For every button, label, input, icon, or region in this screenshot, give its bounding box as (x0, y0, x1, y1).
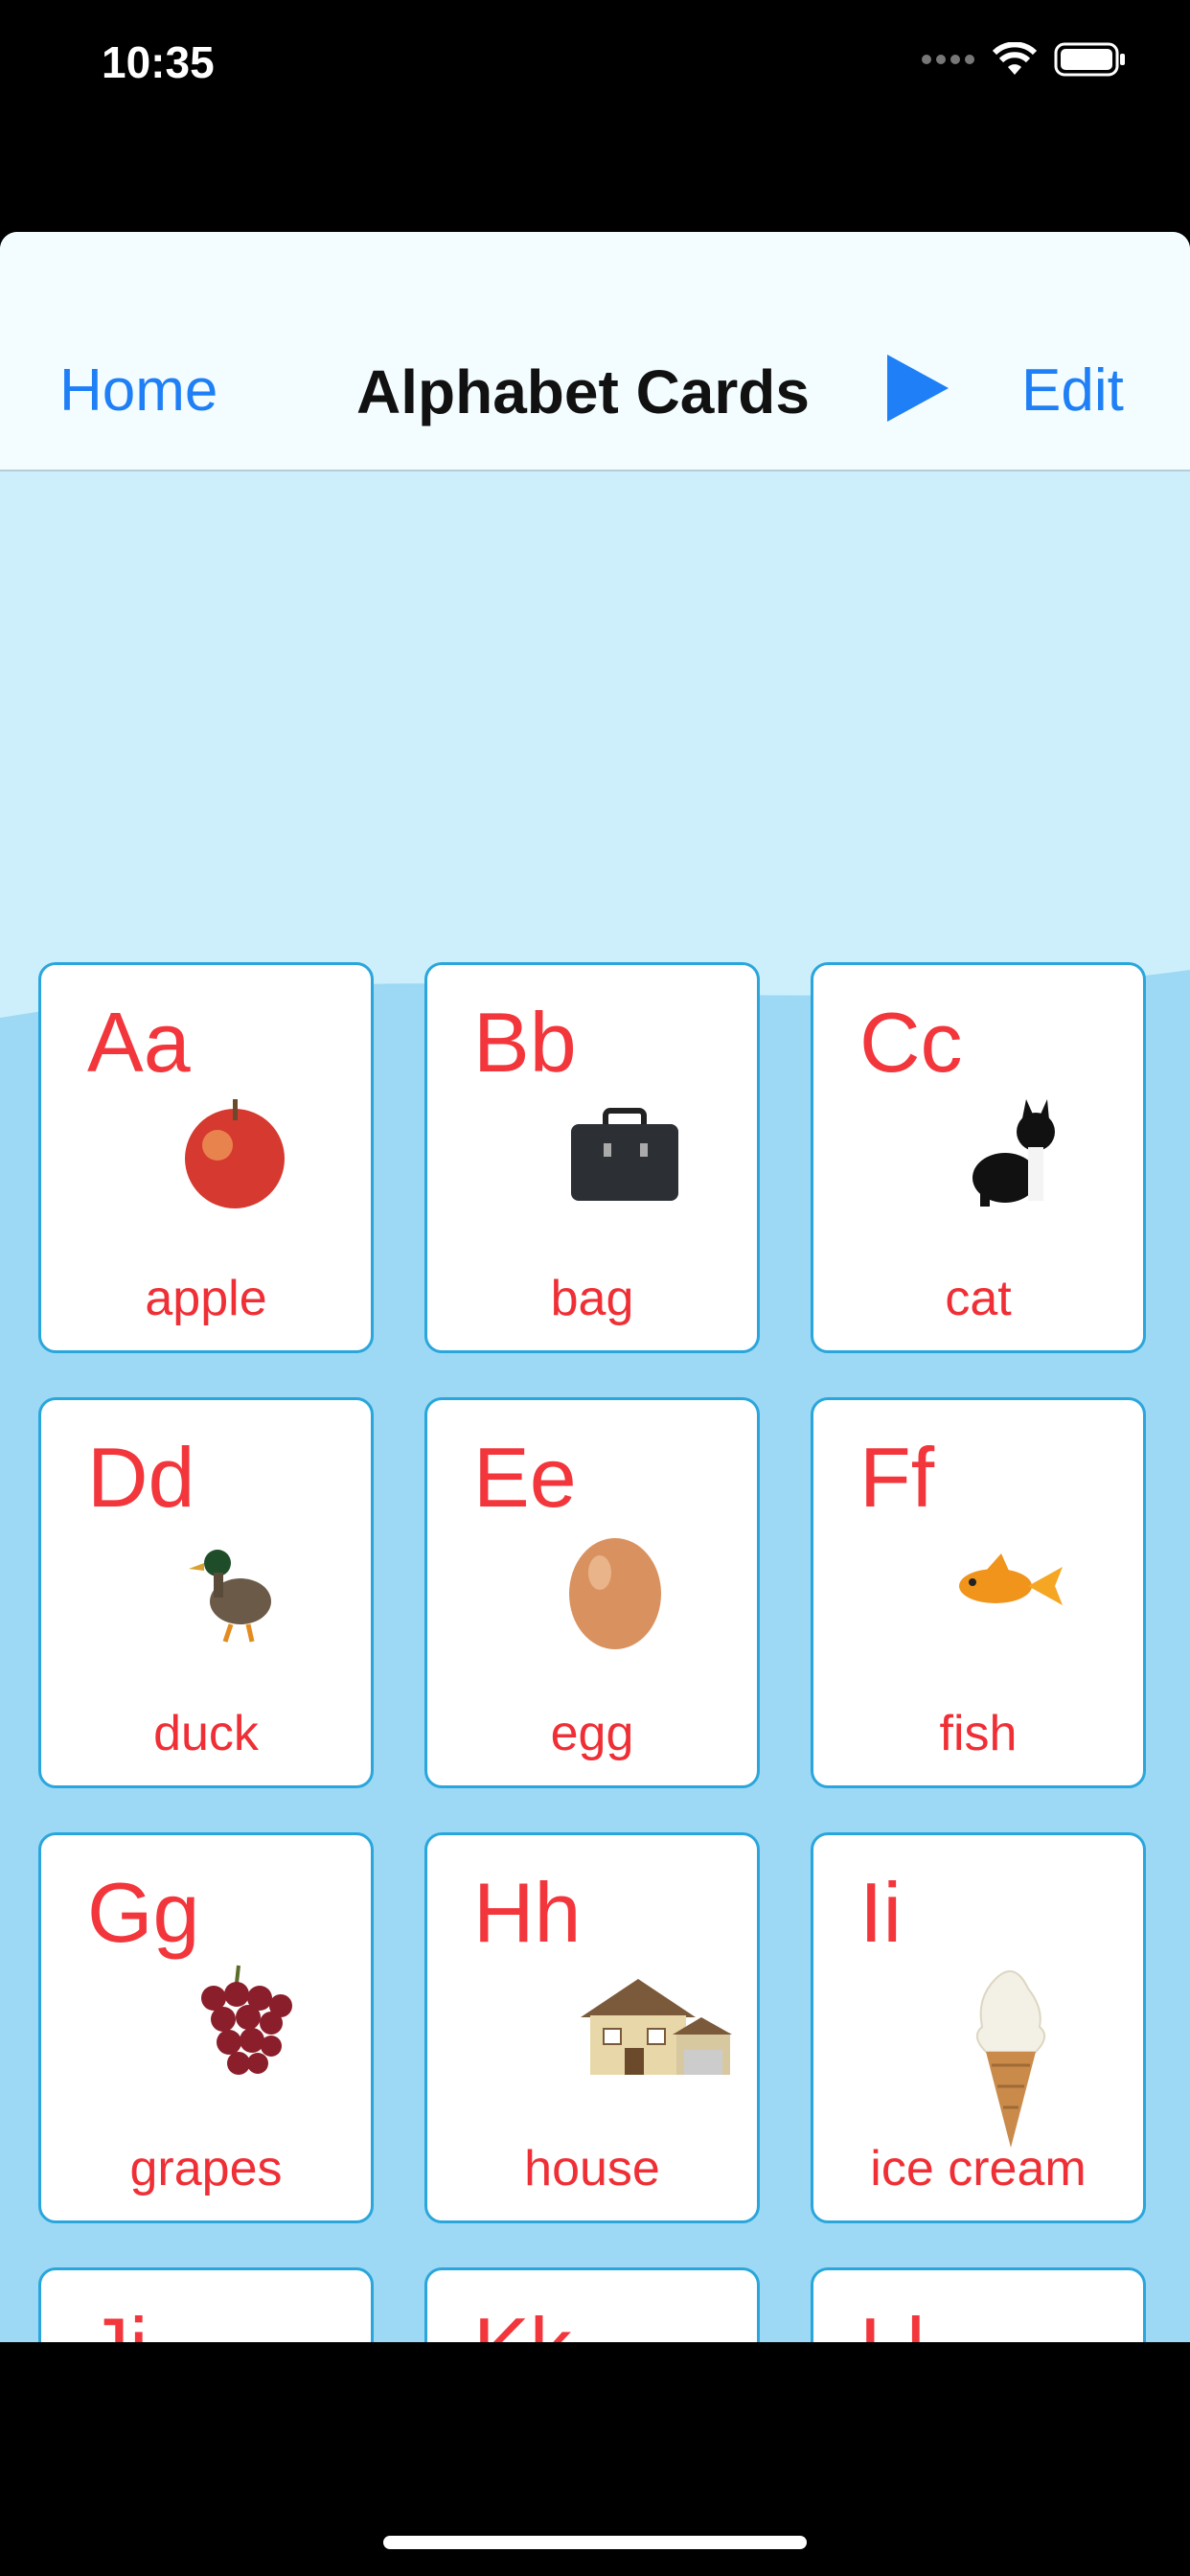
ice-cream-icon (975, 1970, 1046, 2148)
egg-icon (569, 1538, 661, 1649)
card-k[interactable]: Kk (424, 2267, 760, 2342)
navigation-bar: Home Alphabet Cards Edit (0, 232, 1190, 472)
status-time: 10:35 (102, 37, 215, 87)
card-word: duck (153, 1706, 259, 1761)
card-letters: Dd (87, 1430, 195, 1525)
page-title: Alphabet Cards (356, 357, 810, 426)
card-a[interactable]: Aa apple (38, 962, 374, 1353)
card-h[interactable]: Hh house (424, 1832, 760, 2223)
card-word: egg (550, 1706, 634, 1761)
card-e[interactable]: Ee egg (424, 1397, 760, 1788)
house-icon (581, 1979, 732, 2075)
card-l[interactable]: Ll (811, 2267, 1146, 2342)
fish-icon (959, 1553, 1063, 1605)
card-word: grapes (129, 2141, 283, 2196)
bag-icon (571, 1108, 678, 1201)
card-word: house (524, 2141, 660, 2196)
card-c[interactable]: Cc cat (811, 962, 1146, 1353)
card-word: apple (145, 1271, 267, 1326)
grapes-icon (201, 1965, 292, 2075)
card-j[interactable]: Jj (38, 2267, 374, 2342)
card-b[interactable]: Bb bag (424, 962, 760, 1353)
card-letters: Kk (473, 2299, 572, 2342)
card-letters: Aa (87, 995, 191, 1090)
home-button[interactable]: Home (59, 356, 217, 425)
card-word: fish (939, 1706, 1018, 1761)
home-indicator[interactable] (383, 2536, 807, 2549)
battery-icon (1054, 42, 1125, 77)
cat-icon (973, 1099, 1055, 1207)
card-letters: Hh (473, 1865, 582, 1960)
apple-icon (185, 1099, 285, 1208)
signal-icon (922, 55, 974, 64)
card-letters: Gg (87, 1865, 200, 1960)
card-word: cat (945, 1271, 1012, 1326)
card-letters: Jj (87, 2299, 149, 2342)
card-word: bag (550, 1271, 634, 1326)
card-grid[interactable]: Aa apple Bb bag Cc cat Dd duck Ee egg Ff… (0, 472, 1190, 2342)
card-letters: Ff (859, 1430, 935, 1525)
card-letters: Ll (859, 2299, 926, 2342)
play-icon[interactable] (883, 353, 950, 424)
card-letters: Ii (859, 1865, 902, 1960)
app-sheet: Home Alphabet Cards Edit Aa apple Bb bag… (0, 232, 1190, 2342)
wifi-icon (993, 42, 1037, 75)
card-i[interactable]: Ii ice cream (811, 1832, 1146, 2223)
duck-icon (189, 1550, 271, 1643)
card-letters: Bb (473, 995, 577, 1090)
status-icons (920, 42, 1127, 77)
edit-button[interactable]: Edit (1021, 356, 1124, 425)
card-f[interactable]: Ff fish (811, 1397, 1146, 1788)
card-word: ice cream (870, 2141, 1087, 2196)
card-letters: Ee (473, 1430, 577, 1525)
card-d[interactable]: Dd duck (38, 1397, 374, 1788)
card-letters: Cc (859, 995, 963, 1090)
card-g[interactable]: Gg grapes (38, 1832, 374, 2223)
